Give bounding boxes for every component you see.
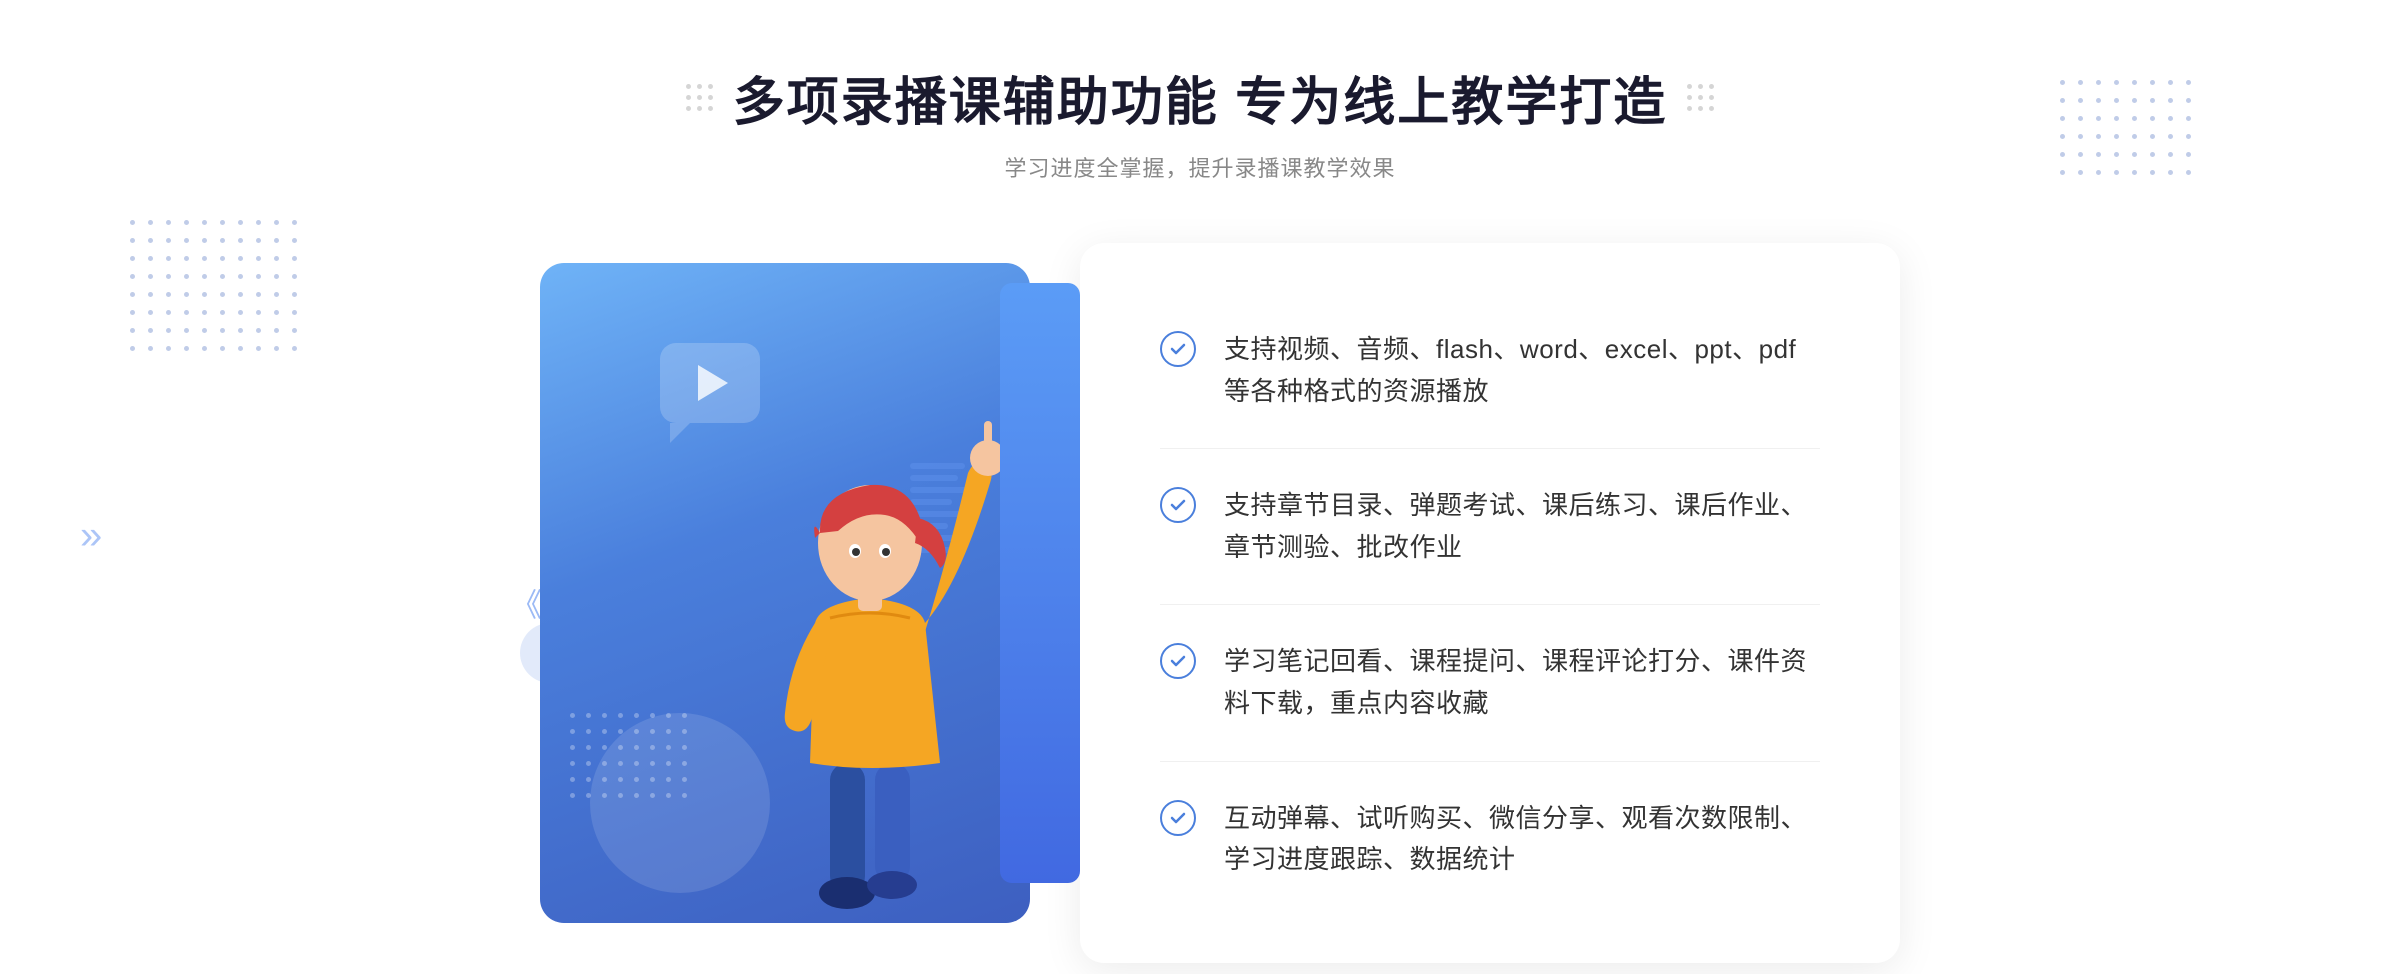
play-icon [698, 365, 728, 401]
title-dots-left [686, 84, 713, 111]
check-circle-1 [1160, 331, 1196, 367]
feature-text-4: 互动弹幕、试听购买、微信分享、观看次数限制、学习进度跟踪、数据统计 [1224, 798, 1820, 881]
feature-text-2: 支持章节目录、弹题考试、课后练习、课后作业、章节测验、批改作业 [1224, 485, 1820, 568]
feature-item-2: 支持章节目录、弹题考试、课后练习、课后作业、章节测验、批改作业 [1160, 449, 1820, 605]
check-icon-1 [1160, 331, 1196, 367]
check-icon-4 [1160, 800, 1196, 836]
check-icon-2 [1160, 487, 1196, 523]
feature-item-4: 互动弹幕、试听购买、微信分享、观看次数限制、学习进度跟踪、数据统计 [1160, 762, 1820, 917]
check-circle-3 [1160, 643, 1196, 679]
header-section: 多项录播课辅助功能 专为线上教学打造 学习进度全 [686, 60, 1714, 183]
feature-item-1: 支持视频、音频、flash、word、excel、ppt、pdf等各种格式的资源… [1160, 293, 1820, 449]
page-subtitle: 学习进度全掌握，提升录播课教学效果 [686, 151, 1714, 183]
page-title: 多项录播课辅助功能 专为线上教学打造 [733, 60, 1667, 135]
illustration-card [540, 263, 1030, 923]
person-figure [730, 403, 1010, 923]
check-circle-2 [1160, 487, 1196, 523]
blue-side-panel [1000, 283, 1080, 883]
title-dots-right [1687, 84, 1714, 111]
content-section: 《 [500, 243, 1900, 963]
feature-text-3: 学习笔记回看、课程提问、课程评论打分、课件资料下载，重点内容收藏 [1224, 641, 1820, 724]
page-container: 多项录播课辅助功能 专为线上教学打造 学习进度全 [0, 0, 2400, 974]
decorative-dots-left [130, 220, 306, 360]
feature-item-3: 学习笔记回看、课程提问、课程评论打分、课件资料下载，重点内容收藏 [1160, 605, 1820, 761]
bubble-tail [670, 423, 690, 443]
check-circle-4 [1160, 800, 1196, 836]
arrow-left-icon: 《 [510, 580, 542, 626]
page-arrow-decoration: » [80, 513, 102, 558]
feature-text-1: 支持视频、音频、flash、word、excel、ppt、pdf等各种格式的资源… [1224, 329, 1820, 412]
check-icon-3 [1160, 643, 1196, 679]
illustration-area: 《 [500, 243, 1060, 963]
features-panel: 支持视频、音频、flash、word、excel、ppt、pdf等各种格式的资源… [1080, 243, 1900, 963]
decorative-dots-right [2060, 80, 2200, 184]
